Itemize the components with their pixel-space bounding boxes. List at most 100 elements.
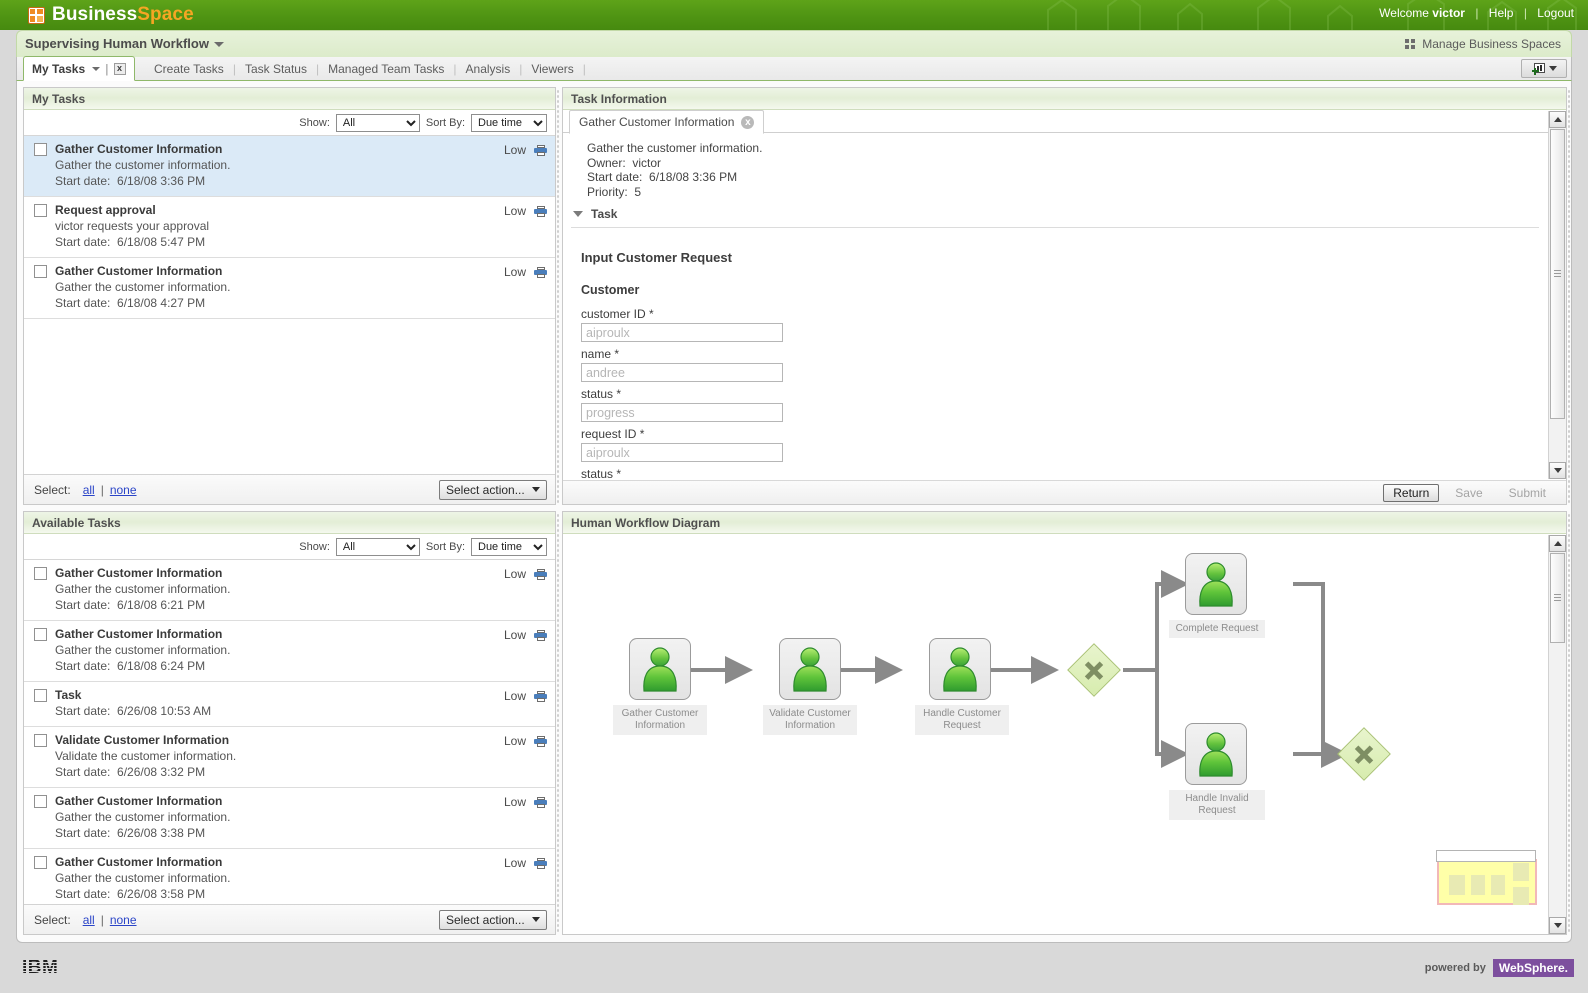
available-tasks-header: Available Tasks: [24, 512, 555, 534]
space-title-menu[interactable]: Supervising Human Workflow: [25, 36, 224, 51]
task-owner-value: victor: [632, 155, 662, 170]
task-row[interactable]: Gather Customer Information Gather the cu…: [24, 621, 555, 682]
print-icon[interactable]: [534, 629, 547, 641]
task-checkbox[interactable]: [34, 795, 47, 808]
diagram-vscrollbar[interactable]: [1548, 535, 1566, 934]
task-section-toggle[interactable]: Task: [563, 199, 1547, 221]
form-field-input[interactable]: [581, 363, 783, 383]
task-row-date-value: 6/18/08 5:47 PM: [117, 235, 206, 249]
human-task-icon: [643, 647, 677, 692]
diagram-node-handle-customer-request[interactable]: [929, 638, 991, 700]
available-tasks-select-all-link[interactable]: all: [83, 913, 95, 927]
task-row-date-label: Start date:: [55, 659, 111, 673]
available-tasks-resize-grip[interactable]: [555, 512, 561, 934]
scroll-up-icon[interactable]: [1549, 111, 1566, 128]
form-field-input[interactable]: [581, 443, 783, 463]
manage-business-spaces-button[interactable]: Manage Business Spaces: [1405, 37, 1561, 51]
form-field-input[interactable]: [581, 403, 783, 423]
my-tasks-select-all-link[interactable]: all: [83, 483, 95, 497]
diagram-minimap[interactable]: [1436, 850, 1537, 905]
tab-managed-team-tasks[interactable]: Managed Team Tasks: [319, 62, 453, 76]
diagram-canvas[interactable]: Gather Customer Information Validate Cus…: [563, 542, 1547, 915]
scroll-down-icon[interactable]: [1549, 917, 1566, 934]
available-tasks-footer: Select: all | none Select action...: [24, 904, 555, 934]
print-icon[interactable]: [534, 690, 547, 702]
available-tasks-toolbar: Show: All Sort By: Due time: [24, 534, 555, 560]
task-row[interactable]: Task Start date: 6/26/08 10:53 AM Low: [24, 682, 555, 727]
task-row-date-value: 6/18/08 6:24 PM: [117, 659, 206, 673]
tab-my-tasks[interactable]: My Tasks | x: [23, 56, 135, 81]
minimap-viewport[interactable]: [1436, 850, 1536, 862]
chevron-down-icon[interactable]: [92, 66, 101, 71]
task-row[interactable]: Gather Customer Information Gather the cu…: [24, 560, 555, 621]
available-tasks-select-action-button[interactable]: Select action...: [439, 909, 547, 930]
logout-link[interactable]: Logout: [1537, 6, 1574, 20]
scroll-thumb[interactable]: [1550, 553, 1565, 643]
print-icon[interactable]: [534, 266, 547, 278]
task-information-resize-grip[interactable]: [1566, 88, 1572, 504]
task-checkbox[interactable]: [34, 856, 47, 869]
task-row[interactable]: Request approval victor requests your app…: [24, 197, 555, 258]
task-checkbox[interactable]: [34, 265, 47, 278]
print-icon[interactable]: [534, 857, 547, 869]
tab-analysis[interactable]: Analysis: [457, 62, 520, 76]
chevron-down-icon: [1548, 66, 1557, 71]
task-row-meta: Low: [504, 794, 547, 809]
task-checkbox[interactable]: [34, 689, 47, 702]
diagram-node-handle-invalid-request[interactable]: [1185, 723, 1247, 785]
return-button[interactable]: Return: [1383, 483, 1440, 502]
available-tasks-sort-select[interactable]: Due time: [471, 537, 547, 556]
available-tasks-select-none-link[interactable]: none: [110, 913, 137, 927]
task-information-scrollbar[interactable]: [1548, 111, 1566, 479]
my-tasks-resize-grip[interactable]: [555, 88, 561, 504]
task-row-content: Gather Customer Information Gather the cu…: [55, 794, 504, 841]
task-checkbox[interactable]: [34, 734, 47, 747]
task-checkbox[interactable]: [34, 567, 47, 580]
scroll-thumb[interactable]: [1550, 129, 1565, 419]
task-checkbox[interactable]: [34, 204, 47, 217]
close-icon[interactable]: x: [113, 62, 126, 75]
my-tasks-select-action-button[interactable]: Select action...: [439, 479, 547, 500]
task-checkbox[interactable]: [34, 628, 47, 641]
task-row[interactable]: Gather Customer Information Gather the cu…: [24, 258, 555, 319]
task-tab-gather-customer-information[interactable]: Gather Customer Information x: [569, 110, 765, 134]
scroll-down-icon[interactable]: [1549, 462, 1566, 479]
my-tasks-select-none-link[interactable]: none: [110, 483, 137, 497]
tab-create-tasks[interactable]: Create Tasks: [145, 62, 233, 76]
task-row-meta: Low: [504, 627, 547, 642]
print-icon[interactable]: [534, 144, 547, 156]
diagram-resize-grip[interactable]: [1566, 512, 1572, 934]
task-row[interactable]: Gather Customer Information Gather the cu…: [24, 849, 555, 910]
task-row[interactable]: Gather Customer Information Gather the cu…: [24, 788, 555, 849]
task-checkbox[interactable]: [34, 143, 47, 156]
task-priority-badge: Low: [503, 628, 526, 642]
print-icon[interactable]: [534, 205, 547, 217]
diagram-node-complete-request[interactable]: [1185, 553, 1247, 615]
human-task-icon: [1199, 732, 1233, 777]
task-row-date: Start date: 6/26/08 3:32 PM: [55, 764, 504, 780]
scroll-up-icon[interactable]: [1549, 535, 1566, 552]
tab-viewers[interactable]: Viewers: [522, 62, 582, 76]
chevron-down-icon: [532, 917, 540, 922]
close-icon[interactable]: x: [741, 115, 755, 129]
print-icon[interactable]: [534, 735, 547, 747]
print-icon[interactable]: [534, 568, 547, 580]
task-row-date-value: 6/26/08 10:53 AM: [117, 704, 212, 718]
task-row[interactable]: Validate Customer Information Validate th…: [24, 727, 555, 788]
diagram-header: Human Workflow Diagram: [563, 512, 1566, 534]
my-tasks-sort-select[interactable]: Due time: [471, 113, 547, 132]
task-row[interactable]: Gather Customer Information Gather the cu…: [24, 136, 555, 197]
task-priority-badge: Low: [503, 734, 526, 748]
add-widget-menu-button[interactable]: [1521, 59, 1567, 78]
diagram-node-label: Handle Customer Request: [915, 705, 1009, 735]
available-tasks-show-select[interactable]: All: [335, 537, 420, 556]
diagram-node-validate-customer-information[interactable]: [779, 638, 841, 700]
diagram-node-gather-customer-information[interactable]: [629, 638, 691, 700]
form-field-input[interactable]: [581, 323, 783, 343]
help-link[interactable]: Help: [1489, 6, 1514, 20]
tab-task-status[interactable]: Task Status: [236, 62, 316, 76]
task-row-description: Gather the customer information.: [55, 158, 231, 172]
form-title: Input Customer Request: [581, 250, 732, 266]
print-icon[interactable]: [534, 796, 547, 808]
my-tasks-show-select[interactable]: All: [335, 113, 420, 132]
